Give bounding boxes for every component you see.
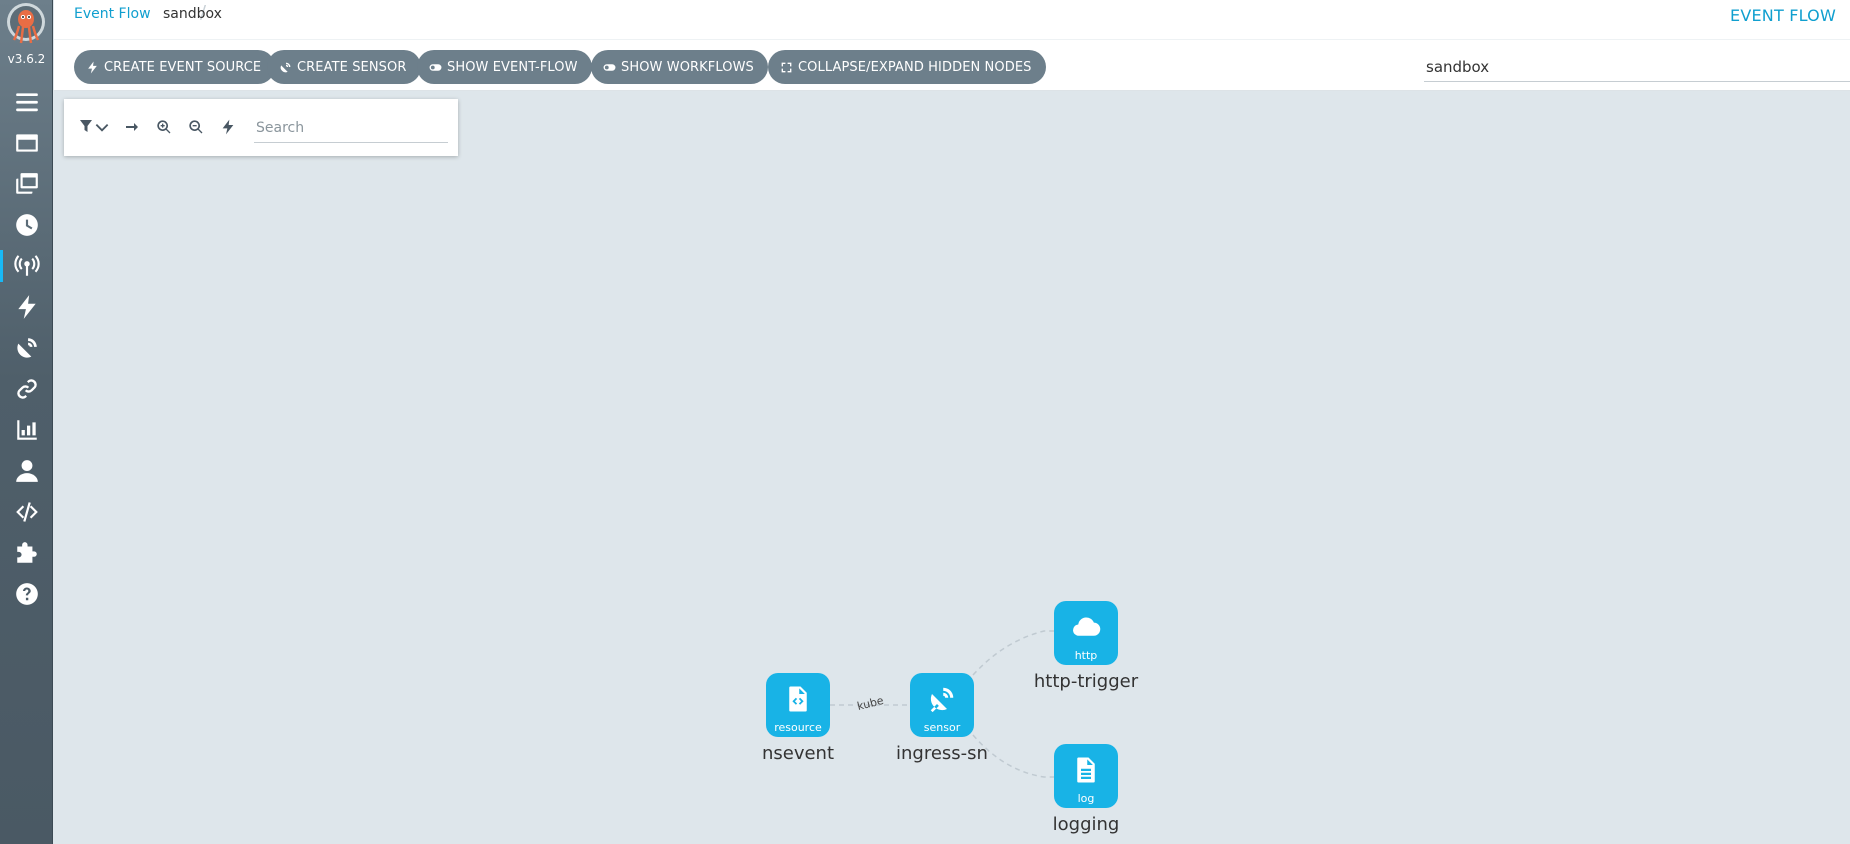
cron-workflows-icon[interactable] bbox=[0, 205, 53, 245]
node-type-label: log bbox=[1077, 792, 1095, 805]
api-docs-icon[interactable] bbox=[0, 492, 53, 532]
edge-ingress-http bbox=[972, 630, 1054, 676]
node-type-label: sensor bbox=[923, 721, 961, 734]
zoom-in-icon[interactable] bbox=[153, 116, 175, 138]
graph-options-panel bbox=[64, 99, 458, 156]
file-code-icon bbox=[789, 686, 807, 712]
reports-icon[interactable] bbox=[0, 410, 53, 450]
toggle-icon bbox=[429, 63, 442, 71]
satellite-dish-icon bbox=[280, 62, 291, 72]
event-flow-icon[interactable] bbox=[0, 246, 53, 286]
show-workflows-button[interactable]: SHOW WORKFLOWS bbox=[591, 50, 768, 84]
create-sensor-label: CREATE SENSOR bbox=[297, 59, 407, 75]
node-label-logging: logging bbox=[1052, 814, 1120, 835]
cloud-icon bbox=[1073, 617, 1101, 636]
workflows-icon[interactable] bbox=[0, 123, 53, 163]
graph-search-input[interactable] bbox=[254, 113, 448, 143]
event-sources-icon[interactable] bbox=[0, 287, 53, 327]
node-logging[interactable]: log bbox=[1054, 744, 1118, 808]
user-icon[interactable] bbox=[0, 451, 53, 491]
create-event-source-button[interactable]: CREATE EVENT SOURCE bbox=[74, 50, 276, 84]
direction-arrow-icon[interactable] bbox=[121, 116, 143, 138]
toolbar: CREATE EVENT SOURCE CREATE SENSOR SHOW E… bbox=[54, 40, 1850, 91]
node-ingress-sn[interactable]: sensor bbox=[910, 673, 974, 737]
node-type-label: resource bbox=[774, 721, 822, 734]
namespace-input[interactable] bbox=[1424, 52, 1850, 82]
workflow-templates-icon[interactable] bbox=[0, 164, 53, 204]
top-bar: Event Flow / sandbox EVENT FLOW bbox=[54, 0, 1850, 40]
argo-logo[interactable] bbox=[6, 2, 46, 48]
node-type-label: http bbox=[1074, 649, 1098, 662]
collapse-expand-label: COLLAPSE/EXPAND HIDDEN NODES bbox=[798, 59, 1032, 75]
show-event-flow-label: SHOW EVENT-FLOW bbox=[447, 59, 578, 75]
create-sensor-button[interactable]: CREATE SENSOR bbox=[267, 50, 421, 84]
breadcrumb-event-flow[interactable]: Event Flow bbox=[74, 6, 151, 22]
satellite-dish-icon bbox=[930, 687, 954, 713]
collapse-expand-hidden-nodes-button[interactable]: COLLAPSE/EXPAND HIDDEN NODES bbox=[768, 50, 1046, 84]
toggle-icon bbox=[603, 63, 616, 71]
show-event-flow-button[interactable]: SHOW EVENT-FLOW bbox=[417, 50, 592, 84]
node-label-nsevent: nsevent bbox=[761, 743, 835, 764]
page-title: EVENT FLOW bbox=[1730, 6, 1836, 25]
node-nsevent[interactable]: resource bbox=[766, 673, 830, 737]
file-lines-icon bbox=[1077, 757, 1095, 783]
graph-canvas[interactable]: kube resource nsevent sensor ingress-sn … bbox=[54, 91, 1850, 844]
help-icon[interactable] bbox=[0, 574, 53, 614]
create-event-source-label: CREATE EVENT SOURCE bbox=[104, 59, 262, 75]
node-http-trigger[interactable]: http bbox=[1054, 601, 1118, 665]
version-label: v3.6.2 bbox=[7, 52, 46, 66]
plugins-icon[interactable] bbox=[0, 533, 53, 573]
show-workflows-label: SHOW WORKFLOWS bbox=[621, 59, 754, 75]
event-bindings-icon[interactable] bbox=[0, 369, 53, 409]
node-label-http-trigger: http-trigger bbox=[1033, 671, 1139, 692]
bolt-icon bbox=[88, 61, 97, 73]
node-label-ingress-sn: ingress-sn bbox=[896, 743, 988, 764]
expand-icon bbox=[781, 62, 792, 72]
bolt-icon[interactable] bbox=[217, 116, 239, 138]
menu-icon[interactable] bbox=[0, 82, 53, 122]
breadcrumb-current: sandbox bbox=[163, 6, 222, 22]
sensors-icon[interactable] bbox=[0, 328, 53, 368]
filter-icon[interactable] bbox=[80, 116, 110, 138]
zoom-out-icon[interactable] bbox=[185, 116, 207, 138]
sidebar: v3.6.2 bbox=[0, 0, 53, 844]
